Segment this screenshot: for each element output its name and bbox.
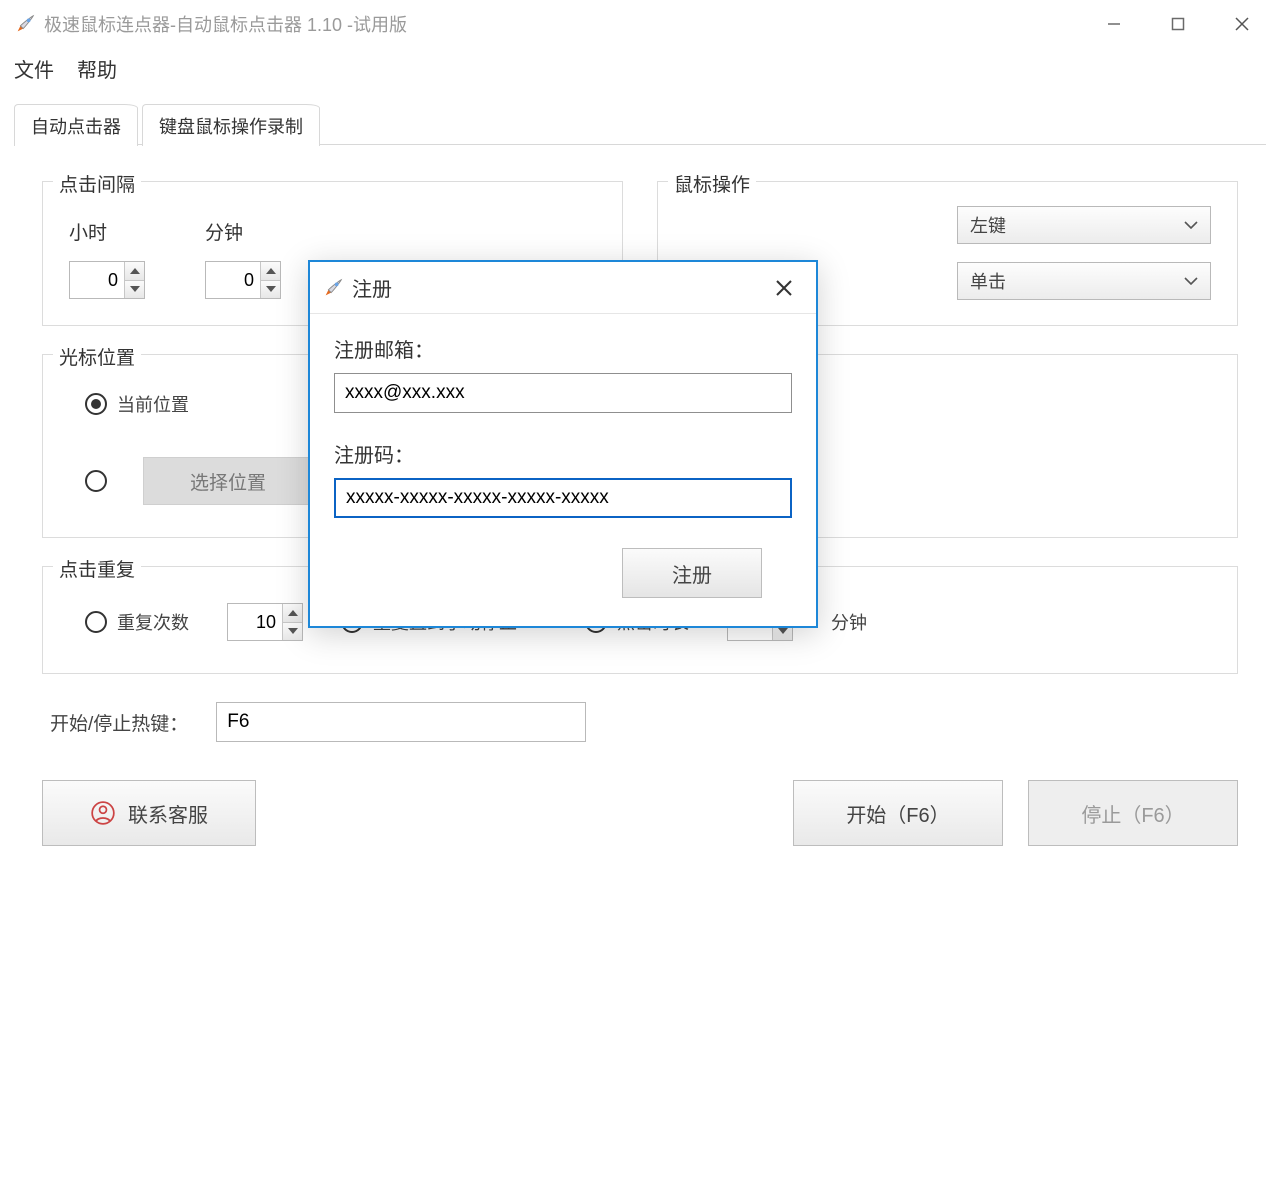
dialog-close-button[interactable] <box>764 268 804 308</box>
titlebar: 极速鼠标连点器-自动鼠标点击器 1.10 -试用版 <box>0 0 1280 48</box>
radio-circle-icon <box>85 611 107 633</box>
hotkey-input[interactable] <box>216 702 586 742</box>
dialog-titlebar: 注册 <box>310 262 816 314</box>
contact-support-button[interactable]: 联系客服 <box>42 780 256 846</box>
radio-pick-pos[interactable] <box>85 470 107 492</box>
menu-help[interactable]: 帮助 <box>77 54 117 83</box>
repeat-count-spinner[interactable] <box>227 603 303 641</box>
tab-recorder[interactable]: 键盘鼠标操作录制 <box>142 104 320 146</box>
contact-support-label: 联系客服 <box>128 799 208 828</box>
pick-position-button[interactable]: 选择位置 <box>143 457 313 505</box>
register-dialog: 注册 注册邮箱： 注册码： 注册 <box>308 260 818 628</box>
dialog-submit-button[interactable]: 注册 <box>622 548 762 598</box>
radio-circle-icon <box>85 470 107 492</box>
click-type-select[interactable]: 单击 <box>957 262 1211 300</box>
maximize-button[interactable] <box>1146 2 1210 46</box>
chevron-down-icon <box>1184 221 1198 229</box>
group-cursor-legend: 光标位置 <box>53 343 141 370</box>
hours-up-icon[interactable] <box>125 262 144 281</box>
label-minutes: 分钟 <box>205 218 281 245</box>
menubar: 文件 帮助 <box>0 48 1280 95</box>
minimize-button[interactable] <box>1082 2 1146 46</box>
count-down-icon[interactable] <box>283 623 302 641</box>
mouse-button-value: 左键 <box>970 212 1006 238</box>
mouse-button-select[interactable]: 左键 <box>957 206 1211 244</box>
minutes-spinner[interactable] <box>205 261 281 299</box>
dialog-email-label: 注册邮箱： <box>334 334 792 363</box>
count-up-icon[interactable] <box>283 604 302 623</box>
tab-strip: 自动点击器 键盘鼠标操作录制 <box>14 103 1266 145</box>
radio-current-pos-label: 当前位置 <box>117 391 189 417</box>
tab-auto-clicker[interactable]: 自动点击器 <box>14 104 138 146</box>
person-icon <box>90 800 116 826</box>
group-repeat-legend: 点击重复 <box>53 555 141 582</box>
hotkey-label: 开始/停止热键： <box>50 709 188 736</box>
group-mouse-action-legend: 鼠标操作 <box>668 170 756 197</box>
hours-input[interactable] <box>70 262 124 298</box>
menu-file[interactable]: 文件 <box>14 54 54 83</box>
window-title: 极速鼠标连点器-自动鼠标点击器 1.10 -试用版 <box>44 11 1082 37</box>
bottom-buttons: 联系客服 开始（F6） 停止（F6） <box>42 780 1238 846</box>
repeat-count-input[interactable] <box>228 604 282 640</box>
hours-spinner[interactable] <box>69 261 145 299</box>
radio-repeat-count[interactable]: 重复次数 <box>85 609 189 635</box>
duration-unit-label: 分钟 <box>831 609 867 635</box>
minutes-down-icon[interactable] <box>261 281 280 299</box>
start-button[interactable]: 开始（F6） <box>793 780 1003 846</box>
click-type-value: 单击 <box>970 268 1006 294</box>
dialog-title: 注册 <box>352 273 764 302</box>
app-rocket-icon <box>14 13 36 35</box>
minutes-input[interactable] <box>206 262 260 298</box>
stop-button[interactable]: 停止（F6） <box>1028 780 1238 846</box>
dialog-email-input[interactable] <box>334 373 792 413</box>
close-button[interactable] <box>1210 2 1274 46</box>
dialog-code-label: 注册码： <box>334 439 792 468</box>
chevron-down-icon <box>1184 277 1198 285</box>
group-interval-legend: 点击间隔 <box>53 170 141 197</box>
window-controls <box>1082 2 1274 46</box>
minutes-up-icon[interactable] <box>261 262 280 281</box>
hours-down-icon[interactable] <box>125 281 144 299</box>
dialog-rocket-icon <box>322 277 344 299</box>
radio-circle-icon <box>85 393 107 415</box>
label-hours: 小时 <box>69 218 145 245</box>
dialog-code-input[interactable] <box>334 478 792 518</box>
radio-repeat-count-label: 重复次数 <box>117 609 189 635</box>
